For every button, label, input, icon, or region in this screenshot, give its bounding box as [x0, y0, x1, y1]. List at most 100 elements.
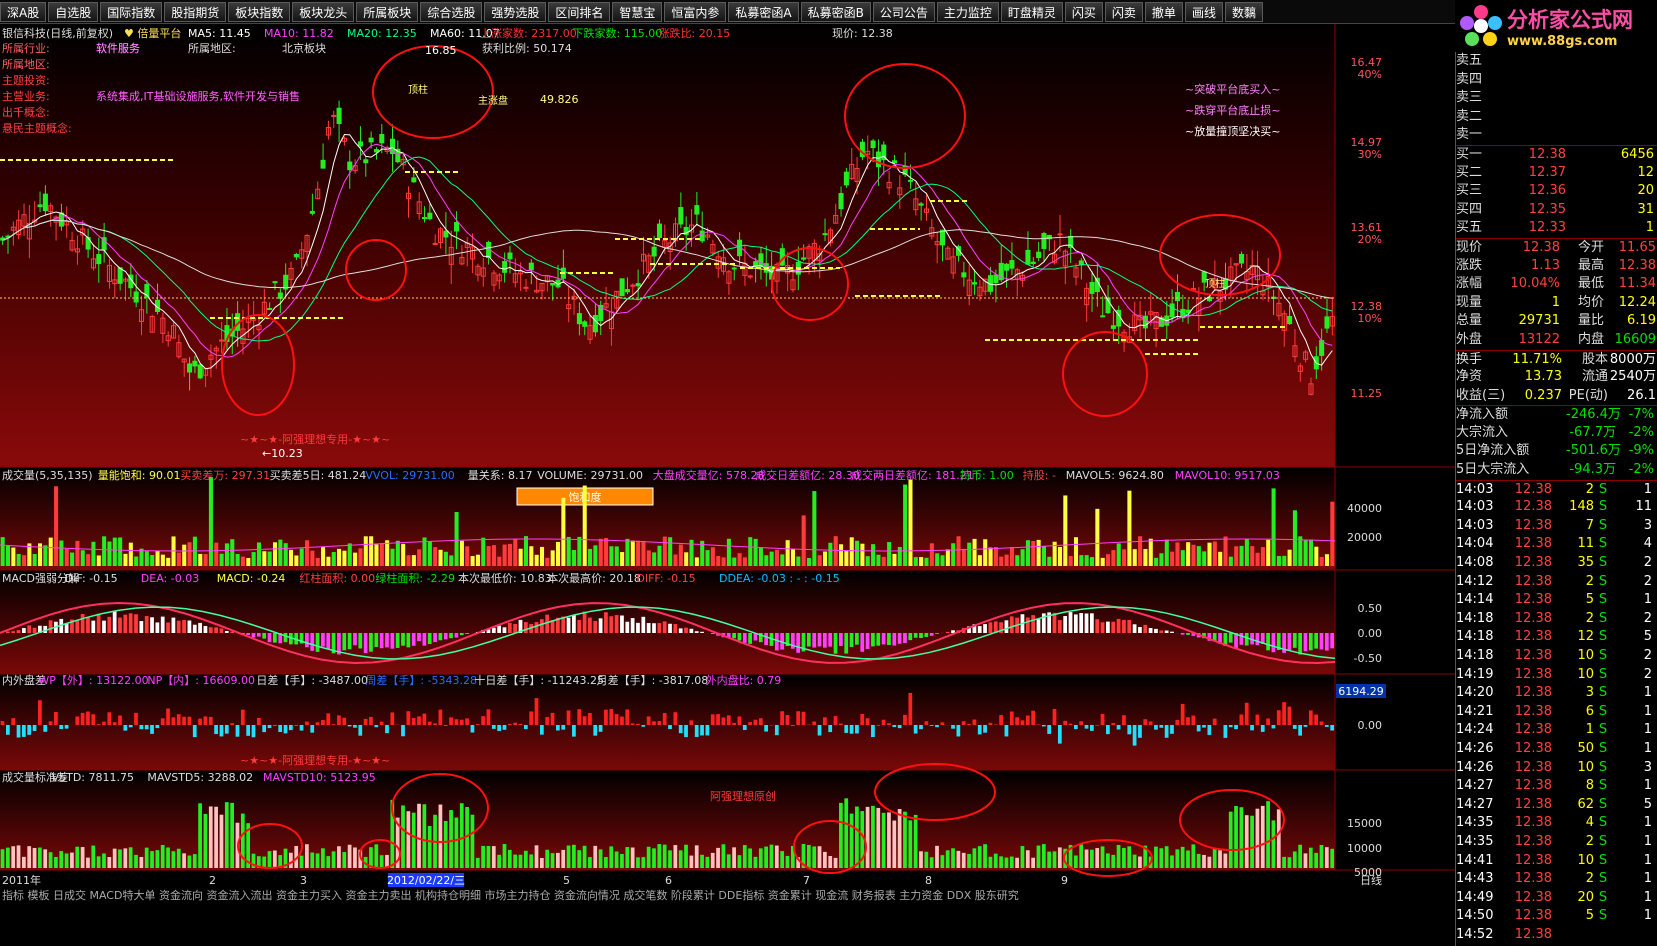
- toolbar-button-21[interactable]: 数黐: [1224, 1, 1263, 22]
- mode-label: ♥ 倍量平台: [124, 26, 181, 40]
- vstd-bar: [1212, 848, 1217, 868]
- macd-header-8: DIFF: -0.15: [636, 572, 695, 585]
- vstd-bar: [652, 848, 656, 868]
- volume-bar: [993, 547, 998, 566]
- np-bar: [427, 721, 432, 725]
- volume-bar: [1127, 490, 1132, 566]
- toolbar-button-0[interactable]: 深A股: [0, 1, 47, 22]
- np-header-2: NP【内】: 16609.00: [147, 673, 255, 687]
- np-bar: [1116, 725, 1121, 730]
- vstd-bar: [839, 802, 843, 868]
- np-bar: [614, 714, 619, 725]
- vstd-bar: [1159, 848, 1164, 868]
- toolbar-button-5[interactable]: 板块龙头: [292, 1, 355, 22]
- toolbar-button-20[interactable]: 画线: [1184, 1, 1223, 22]
- bid-row: 买三 12.36 20: [1456, 183, 1654, 199]
- np-bar: [11, 718, 16, 725]
- toolbar-button-8[interactable]: 强势选股: [484, 1, 547, 22]
- stock-chart[interactable]: 银信科技(日线,前复权) ♥ 倍量平台 MA5: 11.45 MA10: 11.82 M…: [0, 24, 1455, 946]
- vstd-bar: [625, 847, 630, 868]
- np-bar: [961, 721, 966, 725]
- toolbar-button-11[interactable]: 恒富内参: [664, 1, 727, 22]
- volume-bar: [806, 557, 812, 566]
- candle: [331, 114, 337, 117]
- np-bar: [369, 716, 373, 725]
- volume-bar: [812, 491, 817, 566]
- np-bar: [1223, 725, 1228, 738]
- macd-bar: [924, 633, 929, 637]
- toolbar-button-1[interactable]: 自选股: [48, 1, 99, 22]
- np-bar: [732, 722, 736, 725]
- volume-bar: [828, 542, 833, 566]
- np-bar: [235, 725, 240, 737]
- vstd-bar: [1255, 808, 1260, 868]
- candle: [918, 203, 924, 206]
- volume-bar: [294, 555, 299, 566]
- candle: [939, 229, 946, 246]
- np-bar: [1234, 725, 1238, 730]
- np-bar: [529, 711, 534, 725]
- macd-bar: [411, 633, 416, 646]
- volume-bar: [919, 557, 924, 566]
- x-axis-label: 6: [665, 874, 672, 887]
- candle: [427, 212, 433, 220]
- vstd-bar: [817, 846, 822, 868]
- candle: [993, 274, 999, 284]
- np-bar: [1015, 717, 1019, 725]
- macd-bar: [588, 617, 592, 633]
- toolbar-button-18[interactable]: 闪卖: [1104, 1, 1143, 22]
- toolbar-button-9[interactable]: 区间排名: [548, 1, 611, 22]
- volume-bar: [817, 555, 822, 566]
- vstd-bar: [1047, 851, 1052, 868]
- candle: [363, 159, 369, 164]
- toolbar-button-6[interactable]: 所属板块: [356, 1, 419, 22]
- macd-bar: [1244, 633, 1249, 646]
- np-bar: [310, 725, 315, 733]
- pct-axis-label: 10%: [1358, 312, 1382, 325]
- toolbar-button-10[interactable]: 智慧宝: [612, 1, 663, 22]
- macd-bar: [342, 633, 347, 651]
- np-bar: [1004, 725, 1009, 737]
- candle: [528, 262, 534, 271]
- toolbar-button-7[interactable]: 综合选股: [420, 1, 483, 22]
- np-bar: [1106, 725, 1110, 735]
- macd-bar: [502, 627, 507, 633]
- tick-row: 14:19 12.38 10 S 2: [1456, 666, 1652, 682]
- np-bar: [22, 725, 26, 737]
- np-bar: [112, 722, 117, 725]
- tick-row: 14:12 12.38 2 S 2: [1456, 573, 1652, 589]
- toolbar-button-2[interactable]: 国际指数: [100, 1, 163, 22]
- candle: [1169, 303, 1175, 318]
- np-bar: [1319, 721, 1324, 725]
- toolbar-button-13[interactable]: 私募密函B: [800, 1, 871, 22]
- macd-bar: [417, 633, 421, 642]
- volume-bar: [1004, 554, 1009, 566]
- macd-bar: [353, 633, 357, 646]
- vstd-bar: [561, 849, 566, 868]
- toolbar-button-15[interactable]: 主力监控: [936, 1, 999, 22]
- volume-bar: [1138, 536, 1143, 566]
- toolbar-button-19[interactable]: 撤单: [1144, 1, 1183, 22]
- macd-bar: [214, 627, 218, 633]
- vstd-bar: [892, 820, 897, 868]
- vstd-bar: [780, 851, 785, 868]
- toolbar-button-16[interactable]: 盯盘精灵: [1000, 1, 1063, 22]
- volume-bar: [1170, 551, 1175, 566]
- macd-bar: [224, 631, 229, 633]
- profit-ratio-2: 49.826: [540, 93, 579, 106]
- volume-bar: [588, 548, 593, 566]
- volume-bar: [155, 550, 160, 566]
- toolbar-button-3[interactable]: 股指期货: [164, 1, 227, 22]
- vstd-bar: [0, 849, 5, 868]
- np-bar: [1159, 725, 1164, 728]
- toolbar-button-14[interactable]: 公司公告: [872, 1, 935, 22]
- macd-bar: [1154, 628, 1158, 633]
- np-bar: [892, 725, 897, 728]
- volume-bar: [1031, 541, 1036, 566]
- macd-bar: [1127, 619, 1132, 633]
- toolbar-button-12[interactable]: 私募密函A: [728, 1, 799, 22]
- macd-bar: [358, 633, 363, 649]
- toolbar-button-4[interactable]: 板块指数: [228, 1, 291, 22]
- toolbar-button-17[interactable]: 闪买: [1064, 1, 1103, 22]
- tick-row: 14:50 12.38 5 S 1: [1456, 908, 1652, 924]
